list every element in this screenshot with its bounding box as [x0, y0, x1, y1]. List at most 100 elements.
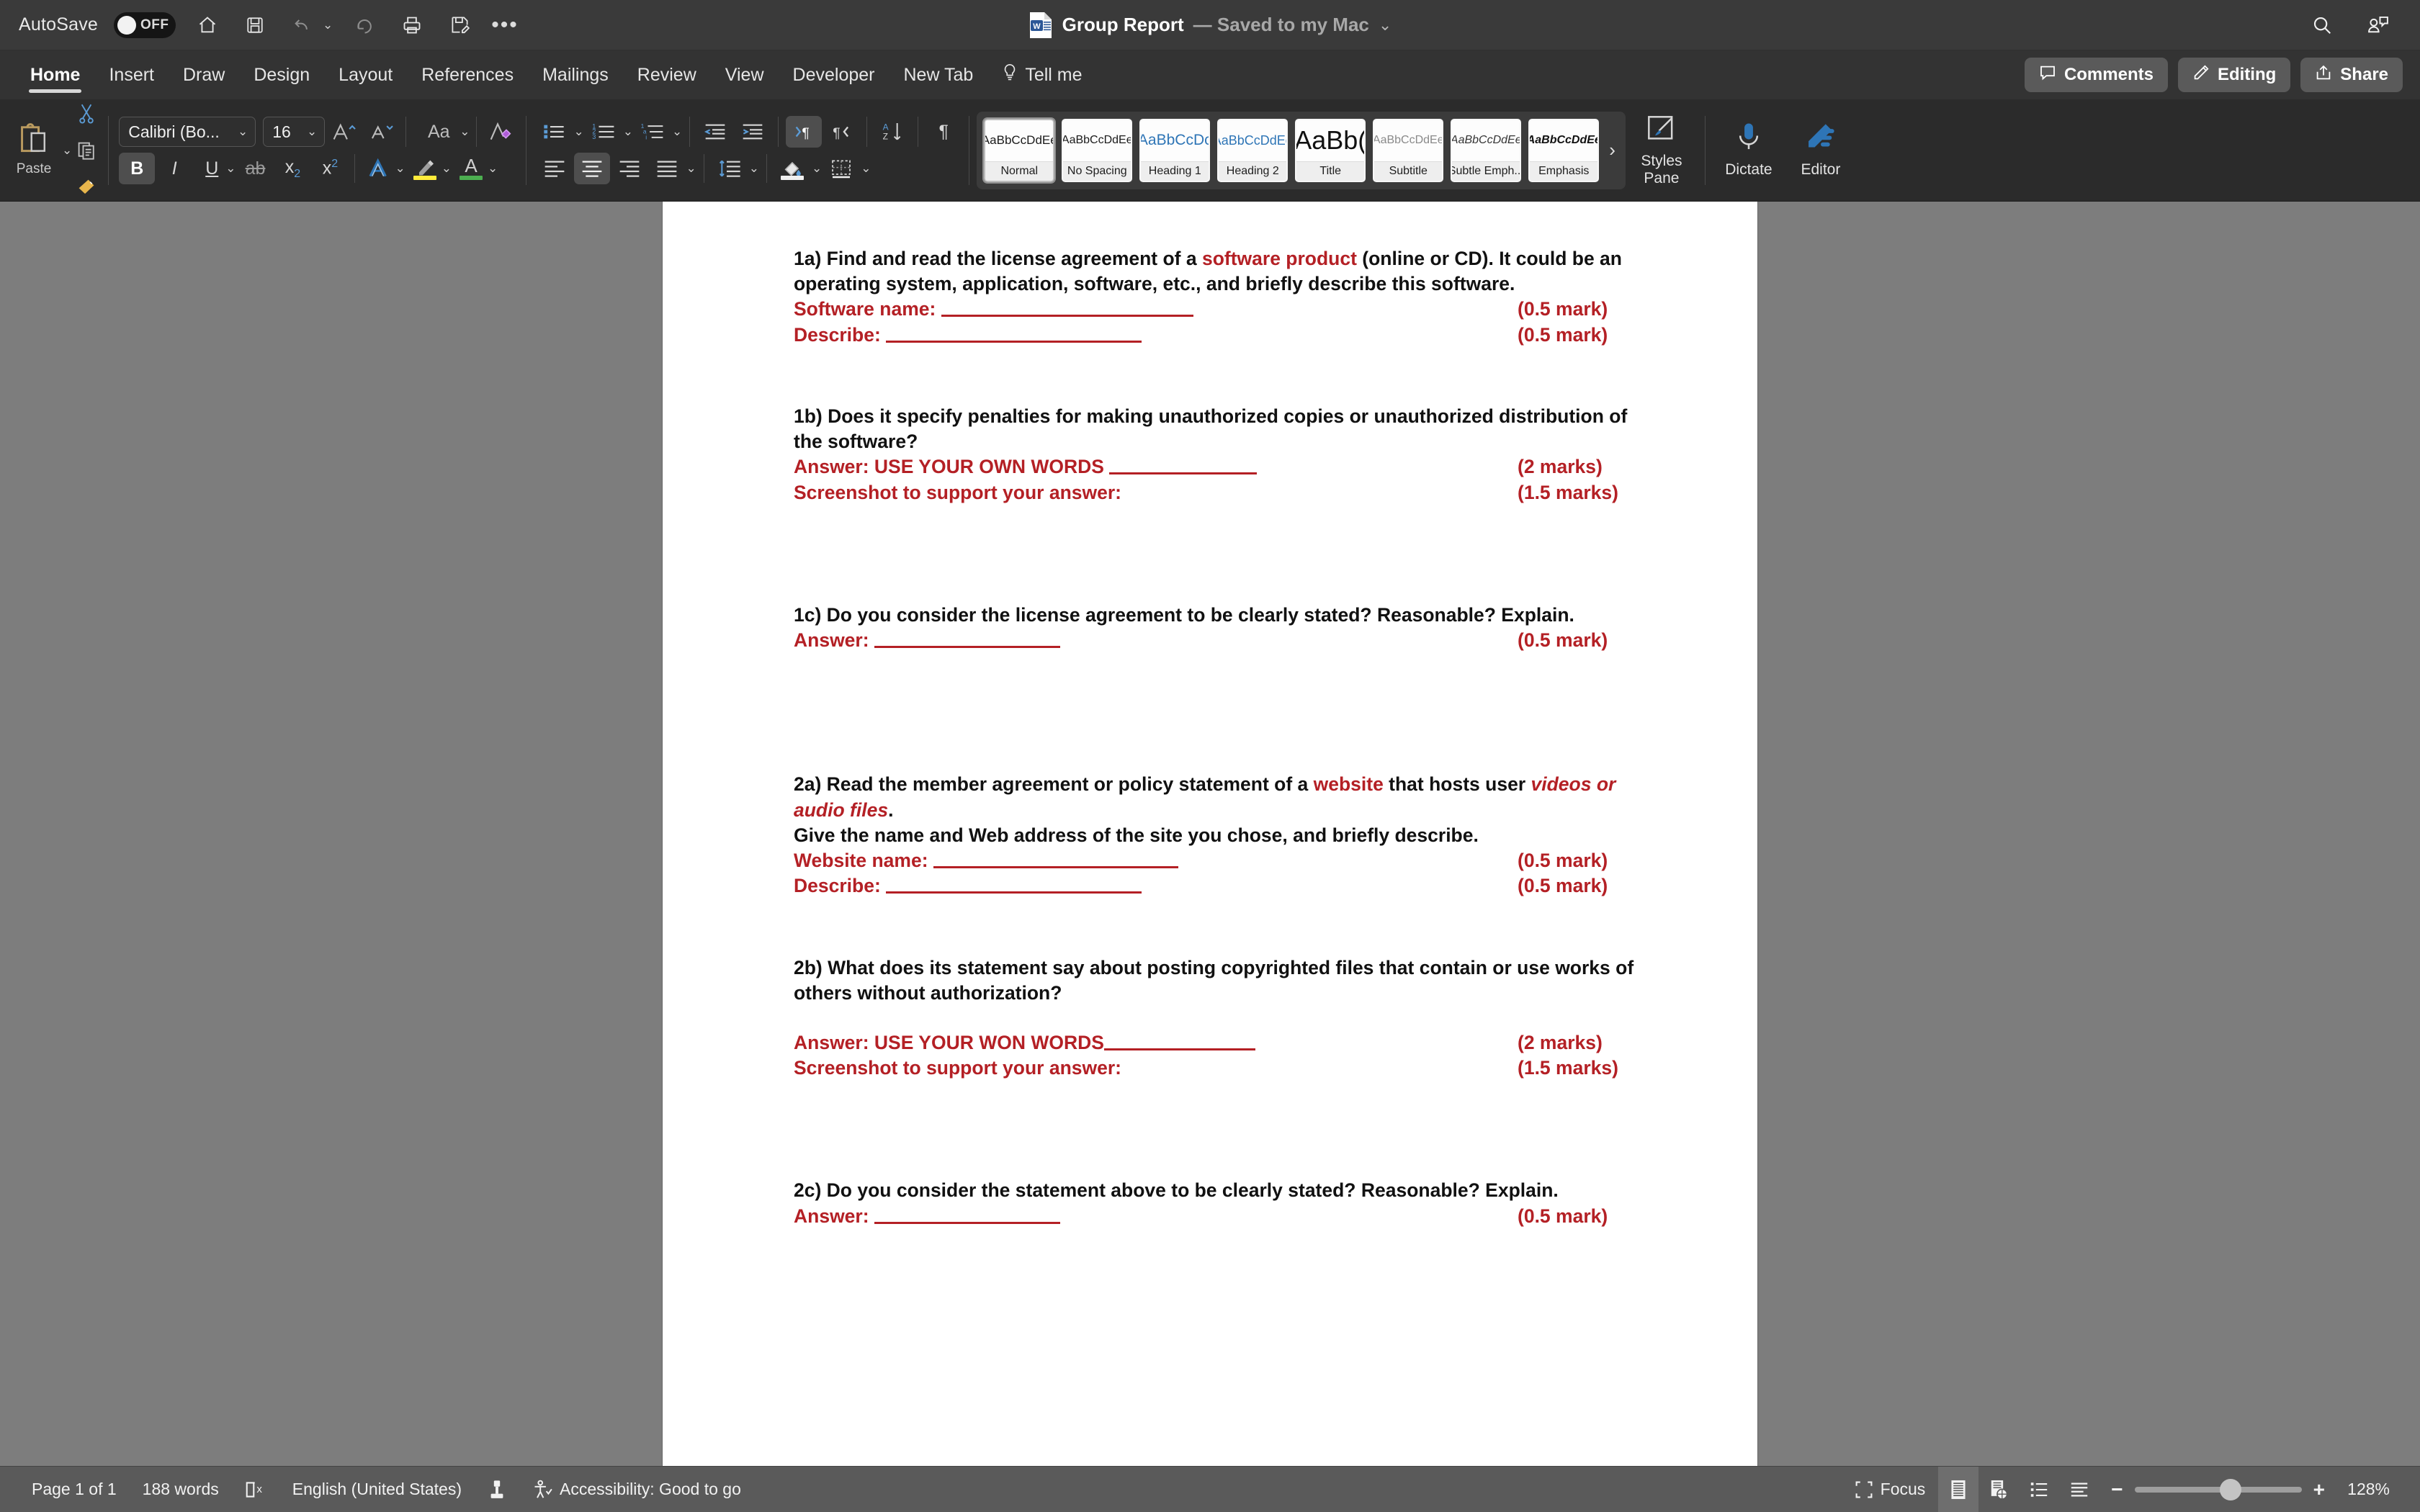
- italic-button[interactable]: I: [156, 153, 192, 184]
- tab-home[interactable]: Home: [16, 50, 94, 99]
- style-subtitle[interactable]: AaBbCcDdEe Subtitle: [1373, 118, 1444, 182]
- format-painter-icon[interactable]: [72, 171, 101, 203]
- font-name-chevron-down-icon[interactable]: ⌄: [238, 125, 248, 139]
- zoom-slider-track[interactable]: [2134, 1478, 2302, 1500]
- tab-review[interactable]: Review: [623, 50, 711, 99]
- tab-draw[interactable]: Draw: [169, 50, 239, 99]
- editing-mode-button[interactable]: Editing: [2177, 58, 2291, 92]
- title-chevron-down-icon[interactable]: ⌄: [1379, 16, 1392, 35]
- font-size-combobox[interactable]: 16 ⌄: [263, 117, 326, 147]
- justify-icon[interactable]: [649, 153, 685, 184]
- justify-chevron-down-icon[interactable]: ⌄: [686, 161, 696, 176]
- document-name[interactable]: Group Report: [1062, 14, 1184, 36]
- tab-tell-me[interactable]: Tell me: [987, 50, 1096, 99]
- q2c-answer-blank[interactable]: [874, 1221, 1060, 1224]
- font-color-chevron-down-icon[interactable]: ⌄: [488, 161, 498, 176]
- change-case-icon[interactable]: Aa: [412, 116, 465, 148]
- tab-developer[interactable]: Developer: [779, 50, 889, 99]
- q2a-website-name-blank[interactable]: [933, 866, 1178, 869]
- font-size-chevron-down-icon[interactable]: ⌄: [307, 125, 317, 139]
- paste-button[interactable]: Paste: [6, 123, 62, 177]
- undo-icon[interactable]: [287, 9, 318, 41]
- more-commands-icon[interactable]: •••: [491, 14, 519, 35]
- highlight-chevron-down-icon[interactable]: ⌄: [442, 161, 452, 176]
- style-heading-1[interactable]: AaBbCcDc Heading 1: [1139, 118, 1211, 182]
- style-emphasis[interactable]: AaBbCcDdEe Emphasis: [1528, 118, 1600, 182]
- q1a-describe-blank[interactable]: [886, 340, 1142, 343]
- increase-indent-icon[interactable]: [735, 116, 771, 148]
- bullet-list-chevron-down-icon[interactable]: ⌄: [574, 125, 584, 139]
- line-spacing-chevron-down-icon[interactable]: ⌄: [749, 161, 759, 176]
- numbered-list-icon[interactable]: 123: [586, 116, 622, 148]
- q1a-software-name-blank[interactable]: [941, 315, 1193, 318]
- print-icon[interactable]: [396, 9, 428, 41]
- font-color-icon[interactable]: A: [453, 153, 489, 184]
- copy-icon[interactable]: [72, 135, 101, 166]
- sort-icon[interactable]: AZ: [874, 116, 910, 148]
- multilevel-list-chevron-down-icon[interactable]: ⌄: [672, 125, 682, 139]
- style-subtle-emphasis[interactable]: AaBbCcDdEe Subtle Emph...: [1451, 118, 1522, 182]
- line-spacing-icon[interactable]: [712, 153, 748, 184]
- zoom-slider-thumb[interactable]: [2219, 1478, 2241, 1500]
- text-effects-icon[interactable]: [361, 153, 397, 184]
- shading-icon[interactable]: [774, 153, 810, 184]
- styles-gallery-next-icon[interactable]: ›: [1606, 139, 1618, 161]
- tab-references[interactable]: References: [407, 50, 528, 99]
- multilevel-list-icon[interactable]: 1ai: [635, 116, 671, 148]
- save-icon[interactable]: [239, 9, 271, 41]
- print-layout-view-button[interactable]: [1938, 1467, 1979, 1512]
- language-indicator[interactable]: English (United States): [279, 1467, 475, 1512]
- outline-view-button[interactable]: [2019, 1467, 2059, 1512]
- underline-button[interactable]: U: [194, 153, 230, 184]
- font-name-combobox[interactable]: Calibri (Bo... ⌄: [119, 117, 256, 147]
- draft-view-button[interactable]: [2059, 1467, 2099, 1512]
- shrink-font-icon[interactable]: [364, 116, 400, 148]
- paste-chevron-down-icon[interactable]: ⌄: [62, 143, 72, 158]
- superscript-button[interactable]: x2: [313, 153, 349, 184]
- save-as-icon[interactable]: [444, 9, 475, 41]
- style-normal[interactable]: AaBbCcDdEe Normal: [982, 117, 1057, 184]
- page-indicator[interactable]: Page 1 of 1: [19, 1467, 130, 1512]
- tab-insert[interactable]: Insert: [94, 50, 169, 99]
- proofing-icon[interactable]: x: [232, 1467, 279, 1512]
- autosave-toggle[interactable]: OFF: [114, 12, 176, 38]
- tab-new-tab[interactable]: New Tab: [889, 50, 987, 99]
- shading-chevron-down-icon[interactable]: ⌄: [812, 161, 822, 176]
- q1c-answer-blank[interactable]: [874, 646, 1060, 649]
- zoom-out-button[interactable]: −: [2111, 1478, 2123, 1501]
- q1b-answer-blank[interactable]: [1109, 472, 1258, 475]
- editor-button[interactable]: Editor: [1785, 122, 1857, 178]
- style-heading-2[interactable]: AaBbCcDdEe Heading 2: [1217, 118, 1289, 182]
- align-center-icon[interactable]: [573, 153, 610, 184]
- document-page[interactable]: 1a) Find and read the license agreement …: [663, 202, 1757, 1466]
- style-title[interactable]: AaBb( Title: [1295, 118, 1366, 182]
- cut-icon[interactable]: [72, 98, 101, 130]
- accessibility-status[interactable]: Accessibility: Good to go: [519, 1467, 754, 1512]
- align-right-icon[interactable]: [611, 153, 647, 184]
- grow-font-icon[interactable]: [326, 116, 362, 148]
- tab-layout[interactable]: Layout: [324, 50, 407, 99]
- collaborator-icon[interactable]: [2362, 9, 2394, 41]
- home-icon[interactable]: [192, 9, 223, 41]
- comments-button[interactable]: Comments: [2024, 58, 2168, 92]
- zoom-in-button[interactable]: +: [2313, 1478, 2325, 1501]
- focus-mode-button[interactable]: Focus: [1842, 1467, 1939, 1512]
- rtl-text-direction-icon[interactable]: ¶: [823, 116, 859, 148]
- search-icon[interactable]: [2306, 9, 2338, 41]
- document-canvas[interactable]: 1a) Find and read the license agreement …: [0, 202, 2420, 1466]
- styles-pane-button[interactable]: Styles Pane: [1626, 114, 1698, 187]
- borders-icon[interactable]: [823, 153, 859, 184]
- q2a-describe-blank[interactable]: [886, 891, 1142, 894]
- borders-chevron-down-icon[interactable]: ⌄: [861, 161, 871, 176]
- redo-icon[interactable]: [349, 9, 380, 41]
- show-formatting-marks-icon[interactable]: ¶: [926, 116, 962, 148]
- track-changes-icon[interactable]: [475, 1467, 519, 1512]
- ltr-text-direction-icon[interactable]: ¶: [786, 116, 823, 148]
- highlight-color-icon[interactable]: [407, 153, 443, 184]
- text-effects-chevron-down-icon[interactable]: ⌄: [395, 161, 405, 176]
- bullet-list-icon[interactable]: [537, 116, 573, 148]
- align-left-icon[interactable]: [537, 153, 573, 184]
- bold-button[interactable]: B: [119, 153, 156, 184]
- undo-chevron-down-icon[interactable]: ⌄: [323, 18, 333, 32]
- web-layout-view-button[interactable]: [1978, 1467, 2019, 1512]
